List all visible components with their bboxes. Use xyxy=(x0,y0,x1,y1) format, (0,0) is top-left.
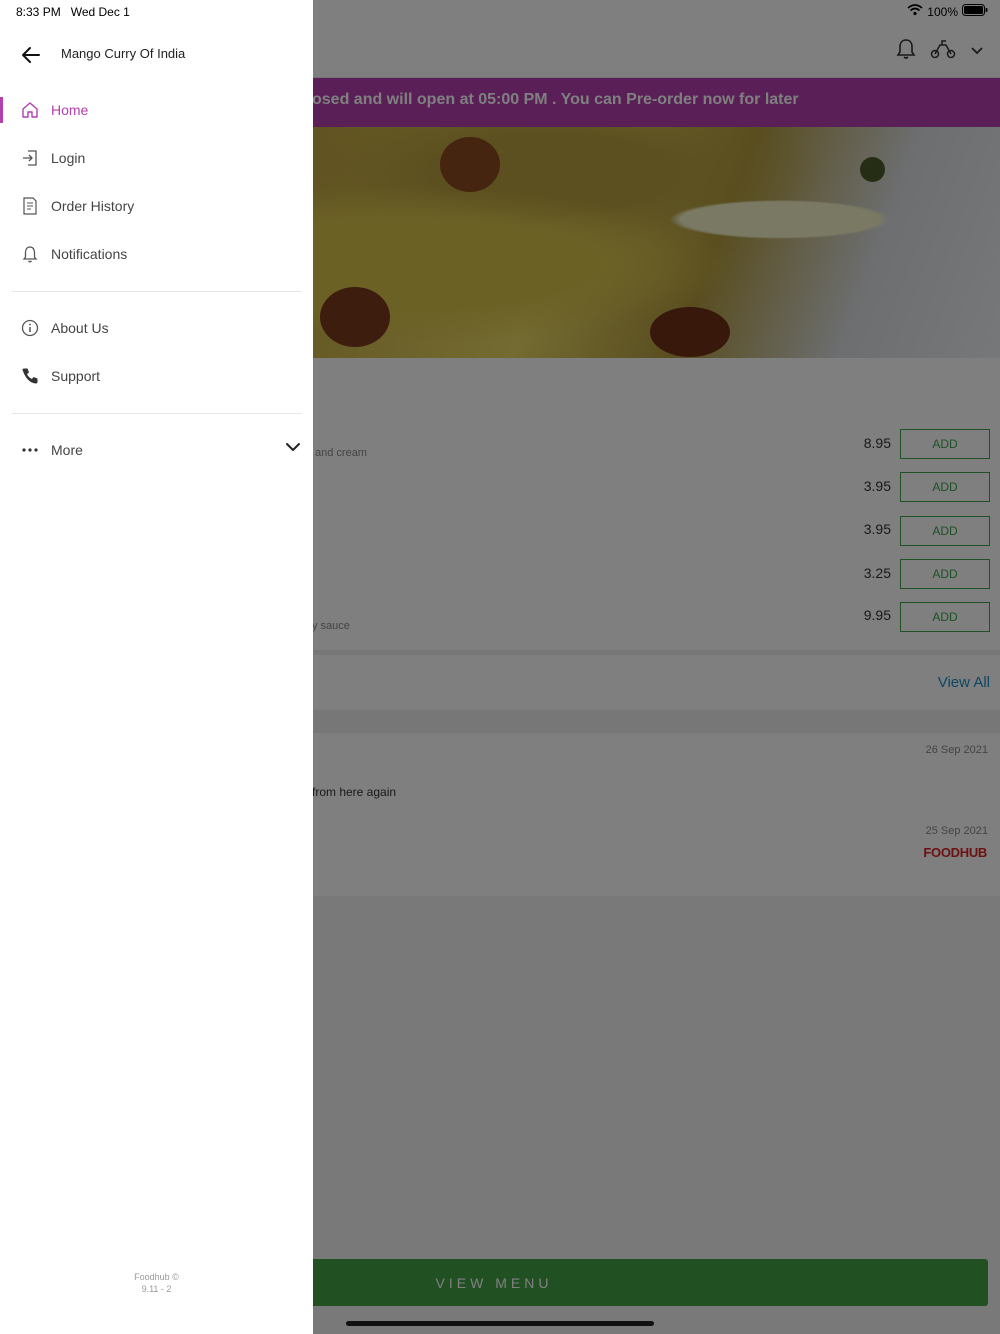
drawer-item-more[interactable]: More xyxy=(0,430,313,470)
app-version-footer: Foodhub © 9.11 - 2 xyxy=(0,1271,313,1295)
status-date: Wed Dec 1 xyxy=(70,5,130,19)
login-icon xyxy=(20,148,40,168)
drawer-item-label: Notifications xyxy=(51,246,128,262)
drawer-item-label: Home xyxy=(51,102,89,118)
drawer-divider xyxy=(12,291,302,292)
home-icon xyxy=(20,100,40,120)
drawer-header: Mango Curry Of India xyxy=(0,30,313,78)
status-bar-left: 8:33 PM Wed Dec 1 xyxy=(16,5,130,19)
restaurant-name: Mango Curry Of India xyxy=(61,46,186,61)
drawer-item-label: Login xyxy=(51,150,86,166)
bell-icon xyxy=(20,244,40,264)
footer-version: 9.11 - 2 xyxy=(141,1284,172,1294)
drawer-item-home[interactable]: Home xyxy=(0,90,313,130)
drawer-item-label: About Us xyxy=(51,320,109,336)
footer-copyright: Foodhub © xyxy=(134,1272,179,1282)
wifi-icon xyxy=(907,4,923,19)
battery-percent: 100% xyxy=(927,4,958,19)
drawer-item-login[interactable]: Login xyxy=(0,138,313,178)
drawer-item-label: Support xyxy=(51,368,101,384)
info-icon xyxy=(20,318,40,338)
drawer-item-label: Order History xyxy=(51,198,135,214)
status-bar-right: 100% xyxy=(907,4,988,19)
receipt-icon xyxy=(20,196,40,216)
status-time: 8:33 PM xyxy=(16,5,61,19)
drawer-item-label: More xyxy=(51,442,83,458)
drawer-item-notifications[interactable]: Notifications xyxy=(0,234,313,274)
drawer-item-support[interactable]: Support xyxy=(0,356,313,396)
home-indicator xyxy=(346,1321,654,1326)
back-arrow-icon[interactable] xyxy=(18,42,44,68)
drawer-item-about-us[interactable]: About Us xyxy=(0,308,313,348)
chevron-down-icon[interactable] xyxy=(285,440,301,458)
navigation-drawer: Mango Curry Of India Home Login Order Hi… xyxy=(0,0,313,1334)
phone-icon xyxy=(20,366,40,386)
drawer-item-order-history[interactable]: Order History xyxy=(0,186,313,226)
drawer-divider xyxy=(12,413,302,414)
battery-icon xyxy=(962,4,988,19)
more-icon xyxy=(20,440,40,460)
